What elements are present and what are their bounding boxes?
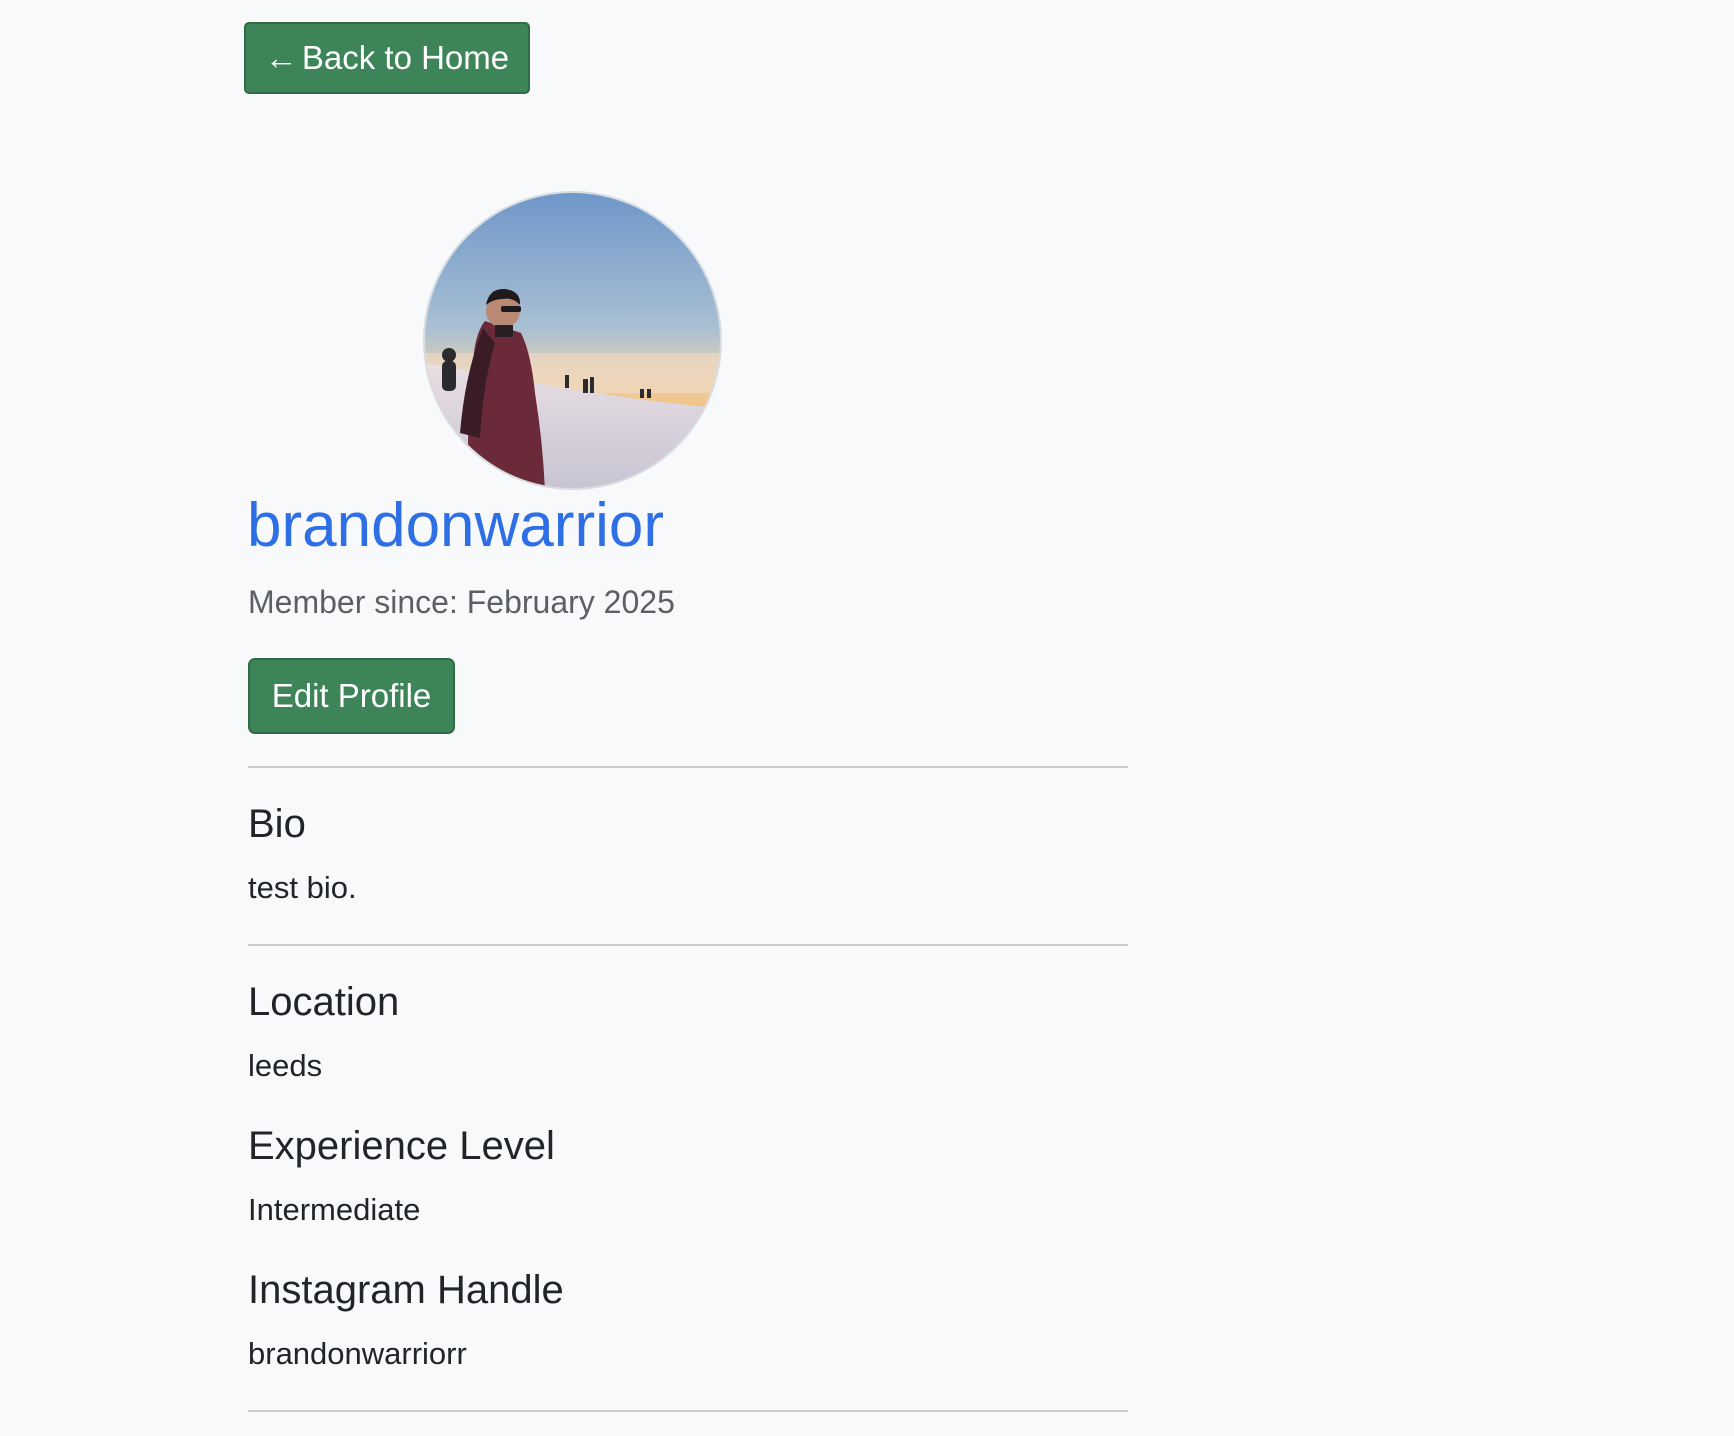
back-to-home-button[interactable]: ← Back to Home [244, 22, 530, 94]
profile-username: brandonwarrior [247, 491, 664, 560]
bio-value: test bio. [248, 870, 357, 905]
bio-heading: Bio [248, 802, 306, 846]
arrow-left-icon: ← [264, 39, 298, 76]
experience-level-value: Intermediate [248, 1192, 421, 1227]
profile-photo-image [425, 193, 720, 488]
edit-profile-button[interactable]: Edit Profile [248, 658, 455, 734]
divider [248, 1410, 1128, 1412]
experience-level-heading: Experience Level [248, 1124, 555, 1168]
avatar [423, 191, 722, 490]
instagram-handle-value: brandonwarriorr [248, 1336, 467, 1371]
location-value: leeds [248, 1048, 323, 1083]
divider [248, 766, 1128, 768]
back-button-label: Back to Home [301, 39, 510, 76]
member-since-text: Member since: February 2025 [248, 584, 675, 620]
instagram-handle-heading: Instagram Handle [248, 1268, 564, 1312]
profile-page: ← Back to Home brandonwarrior Member sin… [0, 0, 1734, 1436]
divider [248, 944, 1128, 946]
location-heading: Location [248, 980, 400, 1024]
